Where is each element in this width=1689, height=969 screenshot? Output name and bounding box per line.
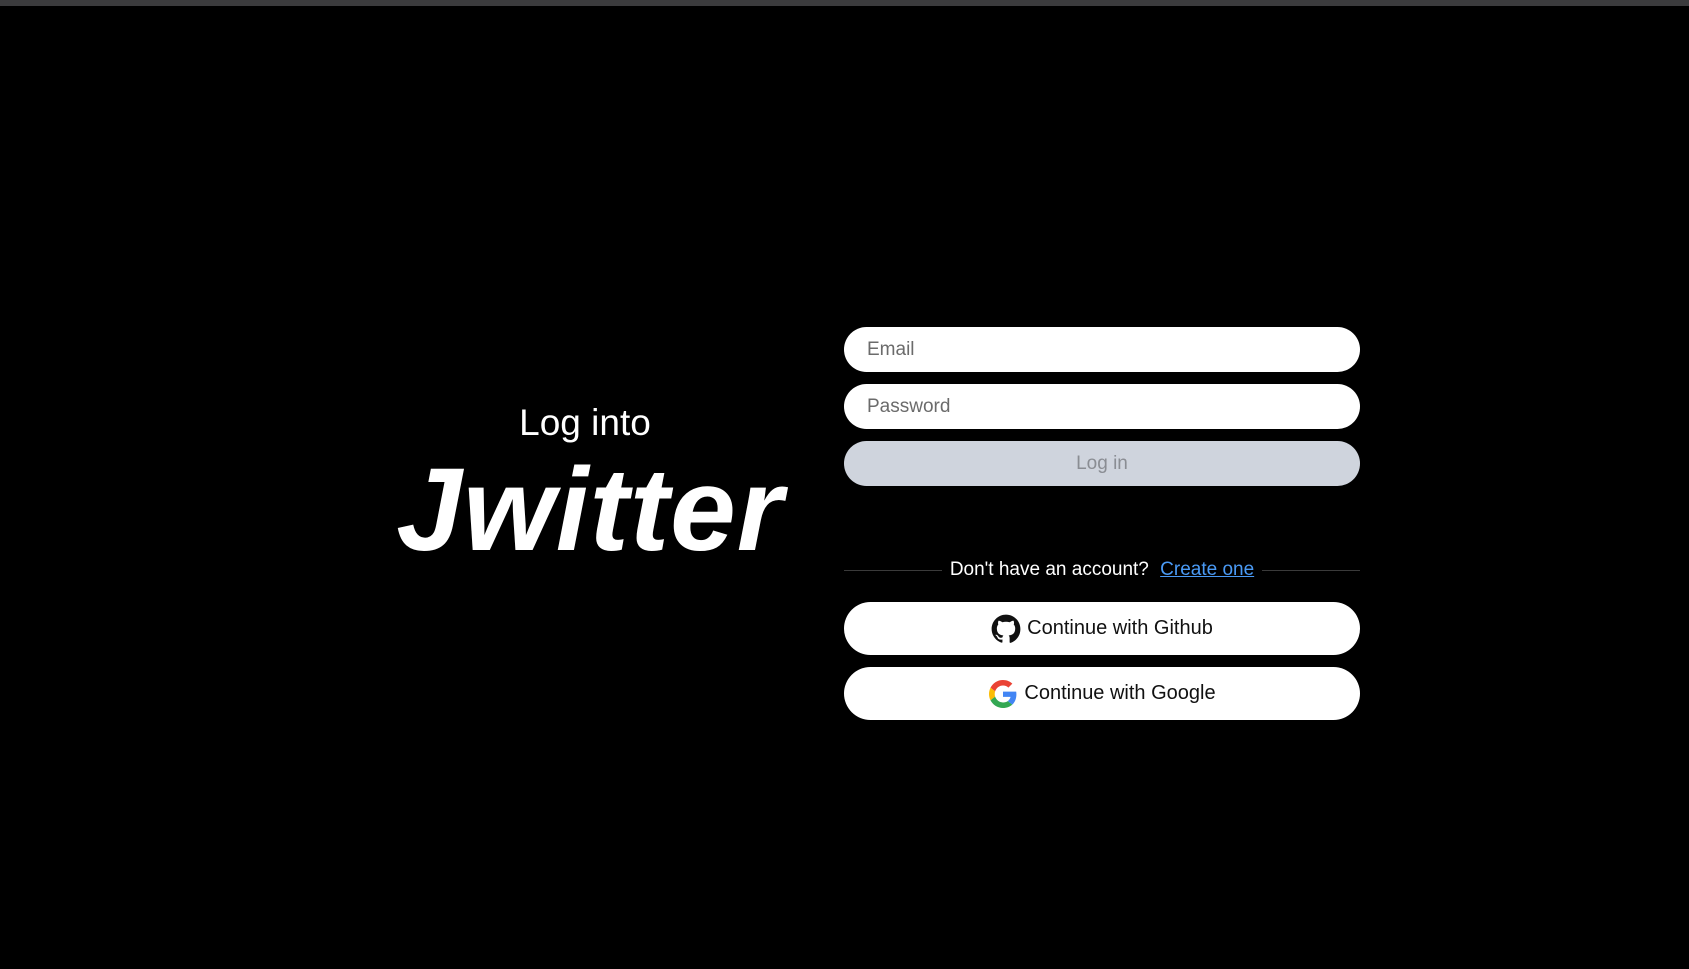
password-field[interactable]	[844, 384, 1360, 429]
login-form: Log in Don't have an account? Create one…	[844, 327, 1360, 720]
google-login-label: Continue with Google	[1024, 682, 1216, 704]
hero-subtitle: Log into	[519, 402, 651, 443]
browser-window: Log into Jwitter Log in Don't have an ac…	[0, 0, 1689, 969]
google-icon	[988, 679, 1018, 709]
create-account-link[interactable]: Create one	[1160, 559, 1254, 580]
divider-line-right	[1262, 569, 1360, 571]
signup-prompt: Don't have an account?	[949, 559, 1149, 580]
signup-prompt-row: Don't have an account? Create one	[942, 559, 1262, 581]
email-field[interactable]	[844, 327, 1360, 372]
hero-section: Log into Jwitter	[390, 401, 790, 569]
signup-divider: Don't have an account? Create one	[844, 556, 1360, 584]
login-button[interactable]: Log in	[844, 441, 1360, 486]
github-icon	[991, 614, 1021, 644]
brand-logo-text: Jwitter	[396, 444, 784, 576]
github-login-label: Continue with Github	[1027, 617, 1213, 639]
google-login-button[interactable]: Continue with Google	[844, 667, 1360, 720]
divider-line-left	[844, 569, 942, 571]
login-page: Log into Jwitter Log in Don't have an ac…	[0, 6, 1689, 969]
github-login-button[interactable]: Continue with Github	[844, 602, 1360, 655]
